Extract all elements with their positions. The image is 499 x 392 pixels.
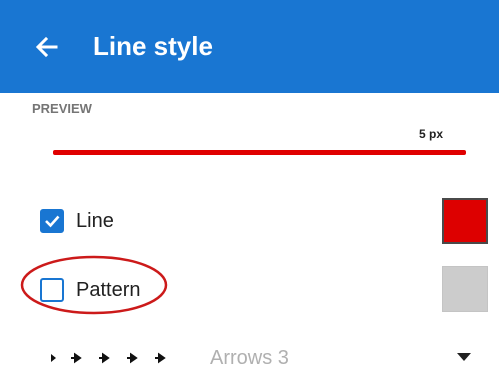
arrows-style-value: Arrows 3 <box>210 347 289 369</box>
line-width-label: 5 px <box>418 127 443 141</box>
arrow-pattern-icon <box>47 352 166 364</box>
back-button[interactable] <box>28 28 66 66</box>
pattern-option-row: Pattern <box>0 262 499 318</box>
pattern-checkbox[interactable] <box>40 278 64 302</box>
pattern-color-swatch[interactable] <box>442 266 488 312</box>
arrows-style-dropdown[interactable]: Arrows 3 <box>0 330 499 386</box>
line-label[interactable]: Line <box>76 207 114 235</box>
line-option-row: Line <box>0 193 499 249</box>
caret-down-icon <box>457 353 471 361</box>
arrow-left-icon <box>35 36 58 58</box>
pattern-label[interactable]: Pattern <box>76 276 140 304</box>
line-color-swatch[interactable] <box>442 198 488 244</box>
page-title: Line style <box>93 31 213 61</box>
checkmark-icon <box>45 215 60 228</box>
app-bar: Line style <box>0 0 499 93</box>
preview-section-label: PREVIEW <box>32 101 92 116</box>
line-checkbox[interactable] <box>40 209 64 233</box>
preview-line <box>53 150 466 155</box>
